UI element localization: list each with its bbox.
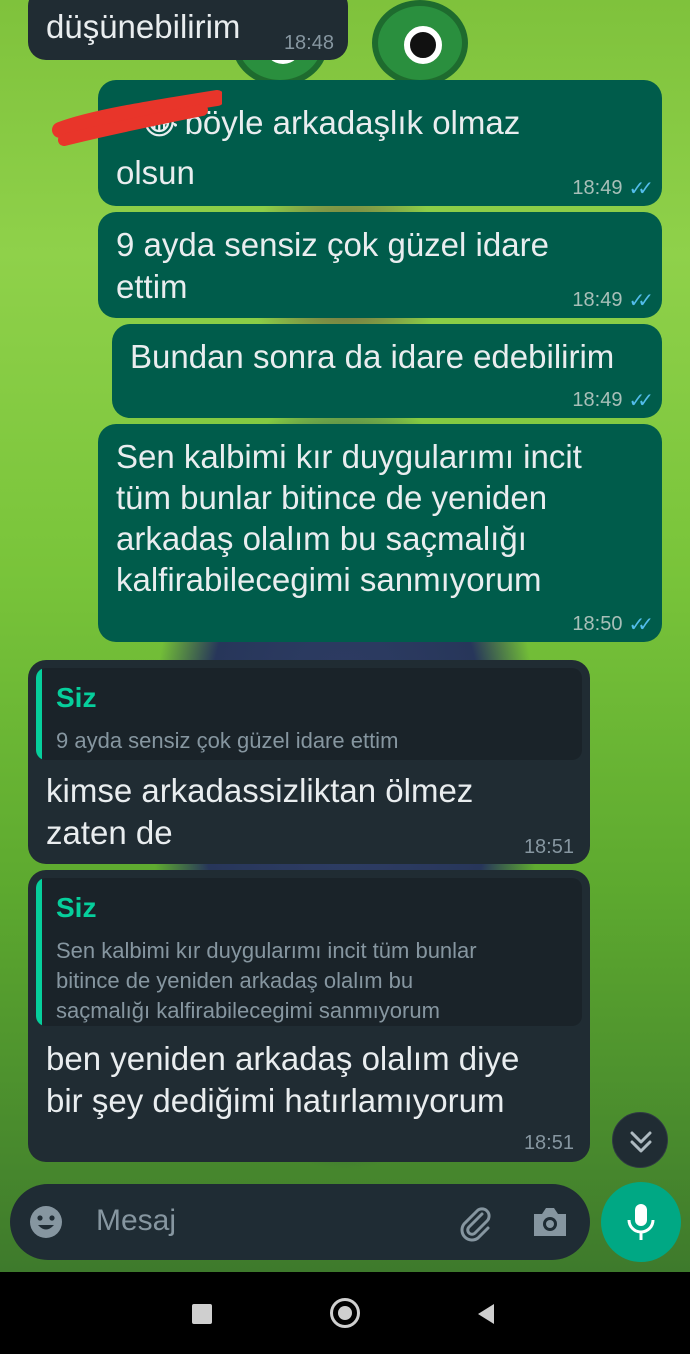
message-text-line: arkadaş olalım bu saçmalığı [116, 520, 527, 557]
message-composer: Mesaj [10, 1184, 590, 1260]
double-chevron-down-icon [630, 1131, 652, 1153]
message-text: Bundan sonra da idare edebilirim [130, 338, 615, 375]
read-receipt-icon: ✓✓ [628, 614, 653, 636]
message-meta: 18:49 ✓✓ [572, 289, 653, 312]
message-text-line: olsun [116, 154, 195, 191]
message-meta: 18:50 ✓✓ [572, 613, 653, 636]
system-navigation-bar [0, 1272, 690, 1354]
scroll-to-bottom-button[interactable] [612, 1112, 668, 1168]
message-text-line: ben yeniden arkadaş olalım diye [46, 1040, 520, 1077]
recents-icon[interactable] [192, 1304, 212, 1324]
quote-author: Siz [56, 682, 97, 713]
message-bubble-outgoing[interactable]: Bundan sonra da idare edebilirim 18:49 ✓✓ [112, 324, 662, 418]
message-bubble-outgoing[interactable]: 9 ayda sensiz çok güzel idare ettim 18:4… [98, 212, 662, 318]
message-text-line: Sen kalbimi kır duygularımı incit [116, 438, 582, 475]
wallpaper-frog-eye-right [372, 0, 468, 86]
quote-text-line: Sen kalbimi kır duygularımı incit tüm bu… [56, 938, 477, 963]
attach-icon[interactable] [454, 1202, 494, 1242]
message-meta: 18:49 ✓✓ [572, 177, 653, 200]
quoted-message[interactable]: Siz Sen kalbimi kır duygularımı incit tü… [36, 878, 582, 1026]
home-icon[interactable] [330, 1298, 360, 1328]
back-icon[interactable] [474, 1302, 498, 1326]
quote-text-line: saçmalığı kalfirabilecegimi sanmıyorum [56, 998, 440, 1023]
read-receipt-icon: ✓✓ [628, 390, 653, 412]
quoted-message[interactable]: Siz 9 ayda sensiz çok güzel idare ettim [36, 668, 582, 760]
message-text-line: kimse arkadassizliktan ölmez [46, 772, 474, 809]
message-text-line: tüm bunlar bitince de yeniden [116, 479, 548, 516]
read-receipt-icon: ✓✓ [628, 290, 653, 312]
message-meta: 18:49 ✓✓ [572, 389, 653, 412]
message-text: düşünebilirim [46, 8, 241, 45]
message-bubble-incoming-reply[interactable]: Siz 9 ayda sensiz çok güzel idare ettim … [28, 660, 590, 864]
message-bubble-incoming-reply[interactable]: Siz Sen kalbimi kır duygularımı incit tü… [28, 870, 590, 1162]
quote-author: Siz [56, 892, 97, 923]
quote-text: 9 ayda sensiz çok güzel idare ettim [56, 728, 399, 753]
message-text-line: bir şey dediğimi hatırlamıyorum [46, 1082, 505, 1119]
read-receipt-icon: ✓✓ [628, 178, 653, 200]
message-input-placeholder: Mesaj [96, 1204, 177, 1237]
message-time: 18:51 [523, 1132, 574, 1154]
quote-accent-bar [36, 878, 42, 1026]
message-bubble-outgoing[interactable]: Sen kalbimi kır duygularımı incit tüm bu… [98, 424, 662, 642]
message-text-line: zaten de [46, 814, 173, 851]
mic-icon [627, 1204, 655, 1240]
quote-accent-bar [36, 668, 42, 760]
message-bubble-incoming[interactable]: düşünebilirim 18:48 [28, 0, 348, 60]
redaction-scribble [52, 90, 222, 146]
camera-icon[interactable] [530, 1204, 570, 1240]
message-text-line: 😂 böyle arkadaşlık olmaz [140, 104, 521, 141]
mic-button[interactable] [601, 1182, 681, 1262]
emoji-icon[interactable] [28, 1204, 64, 1240]
quote-text-line: bitince de yeniden arkadaş olalım bu [56, 968, 414, 993]
message-time: 18:51 [523, 836, 574, 858]
message-text-line: kalfirabilecegimi sanmıyorum [116, 561, 542, 598]
message-text-line: ettim [116, 268, 188, 305]
message-time: 18:48 [283, 32, 334, 54]
message-text-line: 9 ayda sensiz çok güzel idare [116, 226, 549, 263]
